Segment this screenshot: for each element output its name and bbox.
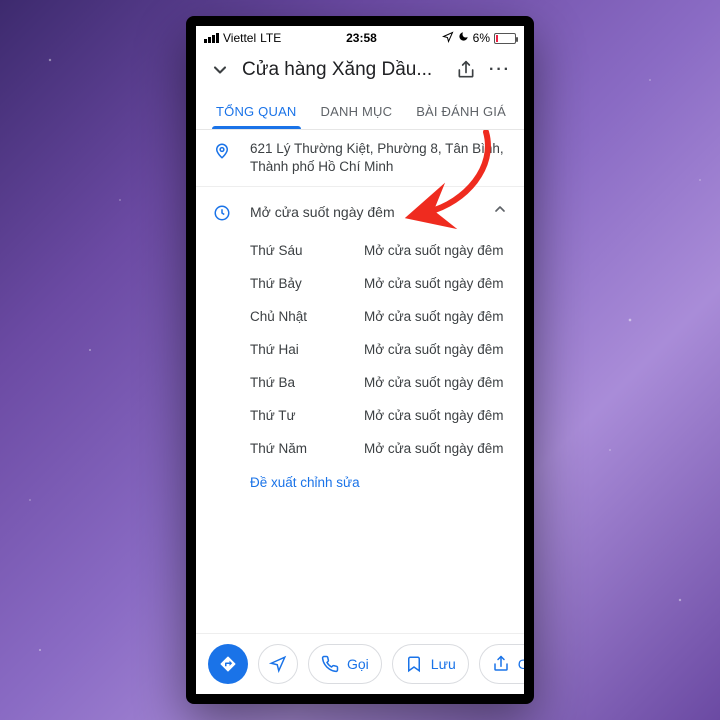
map-pin-icon bbox=[212, 142, 232, 160]
share-label: Chia sẻ bbox=[518, 656, 524, 672]
content: 621 Lý Thường Kiệt, Phường 8, Tân Bình, … bbox=[196, 130, 524, 694]
directions-button[interactable] bbox=[208, 644, 248, 684]
hours-row: Thứ TưMở cửa suốt ngày đêm bbox=[250, 399, 508, 432]
clock: 23:58 bbox=[346, 31, 377, 45]
address-row[interactable]: 621 Lý Thường Kiệt, Phường 8, Tân Bình, … bbox=[196, 130, 524, 186]
save-button[interactable]: Lưu bbox=[392, 644, 469, 684]
call-label: Gọi bbox=[347, 656, 369, 672]
more-button[interactable]: ··· bbox=[488, 58, 512, 82]
hours-list: Thứ SáuMở cửa suốt ngày đêm Thứ BảyMở cử… bbox=[196, 234, 524, 465]
action-bar: Gọi Lưu Chia sẻ bbox=[196, 633, 524, 694]
start-button[interactable] bbox=[258, 644, 298, 684]
hours-toggle[interactable]: Mở cửa suốt ngày đêm bbox=[196, 186, 524, 234]
clock-icon bbox=[212, 204, 232, 222]
status-bar: Viettel LTE 23:58 6% bbox=[196, 26, 524, 48]
signal-icon bbox=[204, 33, 219, 43]
tab-overview[interactable]: TỔNG QUAN bbox=[204, 94, 309, 129]
screen: Viettel LTE 23:58 6% Cửa hàng Xăng Dầu..… bbox=[196, 26, 524, 694]
location-arrow-icon bbox=[442, 31, 454, 46]
battery-icon bbox=[494, 33, 516, 44]
hours-row: Thứ BảyMở cửa suốt ngày đêm bbox=[250, 267, 508, 300]
suggest-edit-link[interactable]: Đề xuất chỉnh sửa bbox=[196, 465, 524, 500]
share-pill-button[interactable]: Chia sẻ bbox=[479, 644, 524, 684]
hours-row: Chủ NhậtMở cửa suốt ngày đêm bbox=[250, 300, 508, 333]
tabs: TỔNG QUAN DANH MỤC BÀI ĐÁNH GIÁ bbox=[196, 94, 524, 130]
carrier-label: Viettel bbox=[223, 31, 256, 45]
network-label: LTE bbox=[260, 31, 281, 45]
page-title: Cửa hàng Xăng Dầu... bbox=[242, 59, 444, 81]
save-label: Lưu bbox=[431, 656, 456, 672]
call-button[interactable]: Gọi bbox=[308, 644, 382, 684]
hours-row: Thứ HaiMở cửa suốt ngày đêm bbox=[250, 333, 508, 366]
share-button[interactable] bbox=[454, 58, 478, 82]
hours-summary: Mở cửa suốt ngày đêm bbox=[250, 204, 474, 220]
hours-row: Thứ SáuMở cửa suốt ngày đêm bbox=[250, 234, 508, 267]
collapse-button[interactable] bbox=[208, 58, 232, 82]
tab-menu[interactable]: DANH MỤC bbox=[309, 94, 405, 129]
moon-icon bbox=[458, 31, 469, 45]
battery-percent: 6% bbox=[473, 31, 490, 45]
hours-row: Thứ BaMở cửa suốt ngày đêm bbox=[250, 366, 508, 399]
chevron-up-icon bbox=[492, 201, 508, 222]
tab-reviews[interactable]: BÀI ĐÁNH GIÁ bbox=[404, 94, 518, 129]
place-header: Cửa hàng Xăng Dầu... ··· bbox=[196, 48, 524, 94]
address-text: 621 Lý Thường Kiệt, Phường 8, Tân Bình, … bbox=[250, 140, 508, 176]
phone-frame: Viettel LTE 23:58 6% Cửa hàng Xăng Dầu..… bbox=[186, 16, 534, 704]
hours-row: Thứ NămMở cửa suốt ngày đêm bbox=[250, 432, 508, 465]
